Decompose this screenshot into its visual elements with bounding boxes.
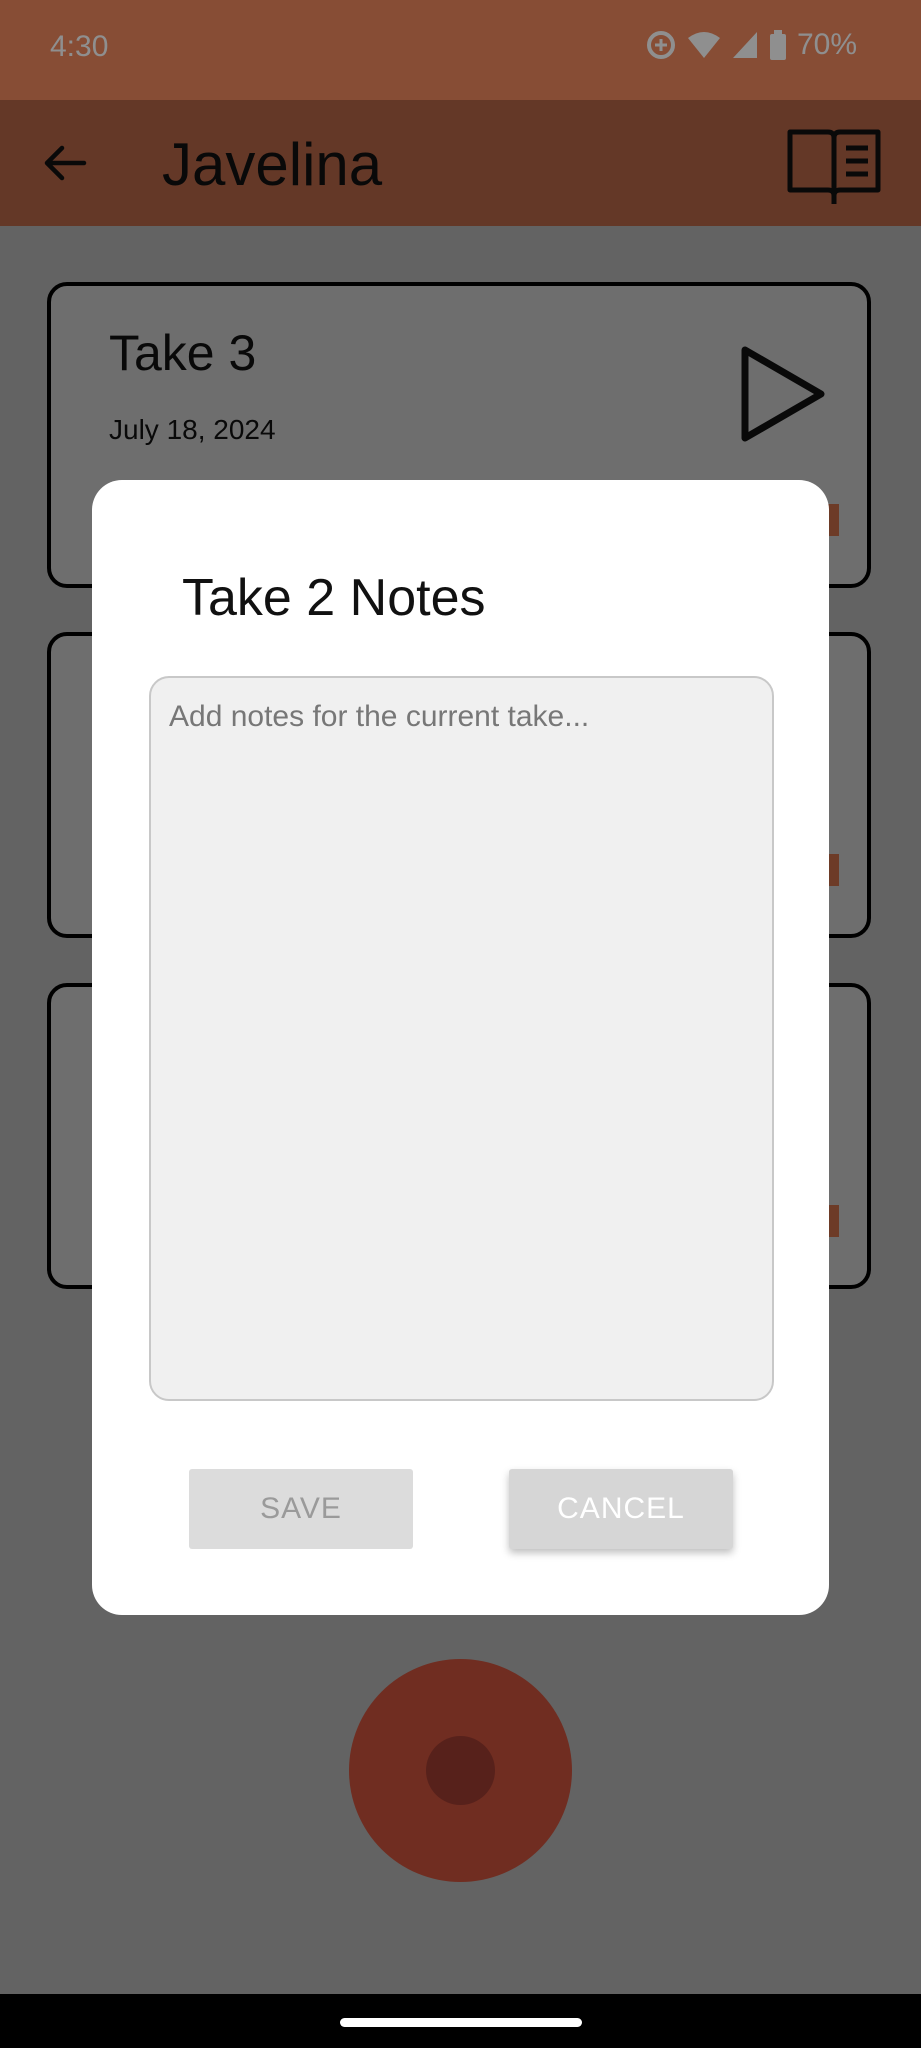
notes-input[interactable] (149, 676, 774, 1401)
system-nav-bar (0, 1994, 921, 2048)
cancel-button[interactable]: CANCEL (509, 1469, 733, 1549)
notes-dialog: Take 2 Notes SAVE CANCEL (92, 480, 829, 1615)
save-button[interactable]: SAVE (189, 1469, 413, 1549)
dialog-title: Take 2 Notes (182, 569, 486, 627)
home-gesture-handle[interactable] (340, 2018, 582, 2027)
